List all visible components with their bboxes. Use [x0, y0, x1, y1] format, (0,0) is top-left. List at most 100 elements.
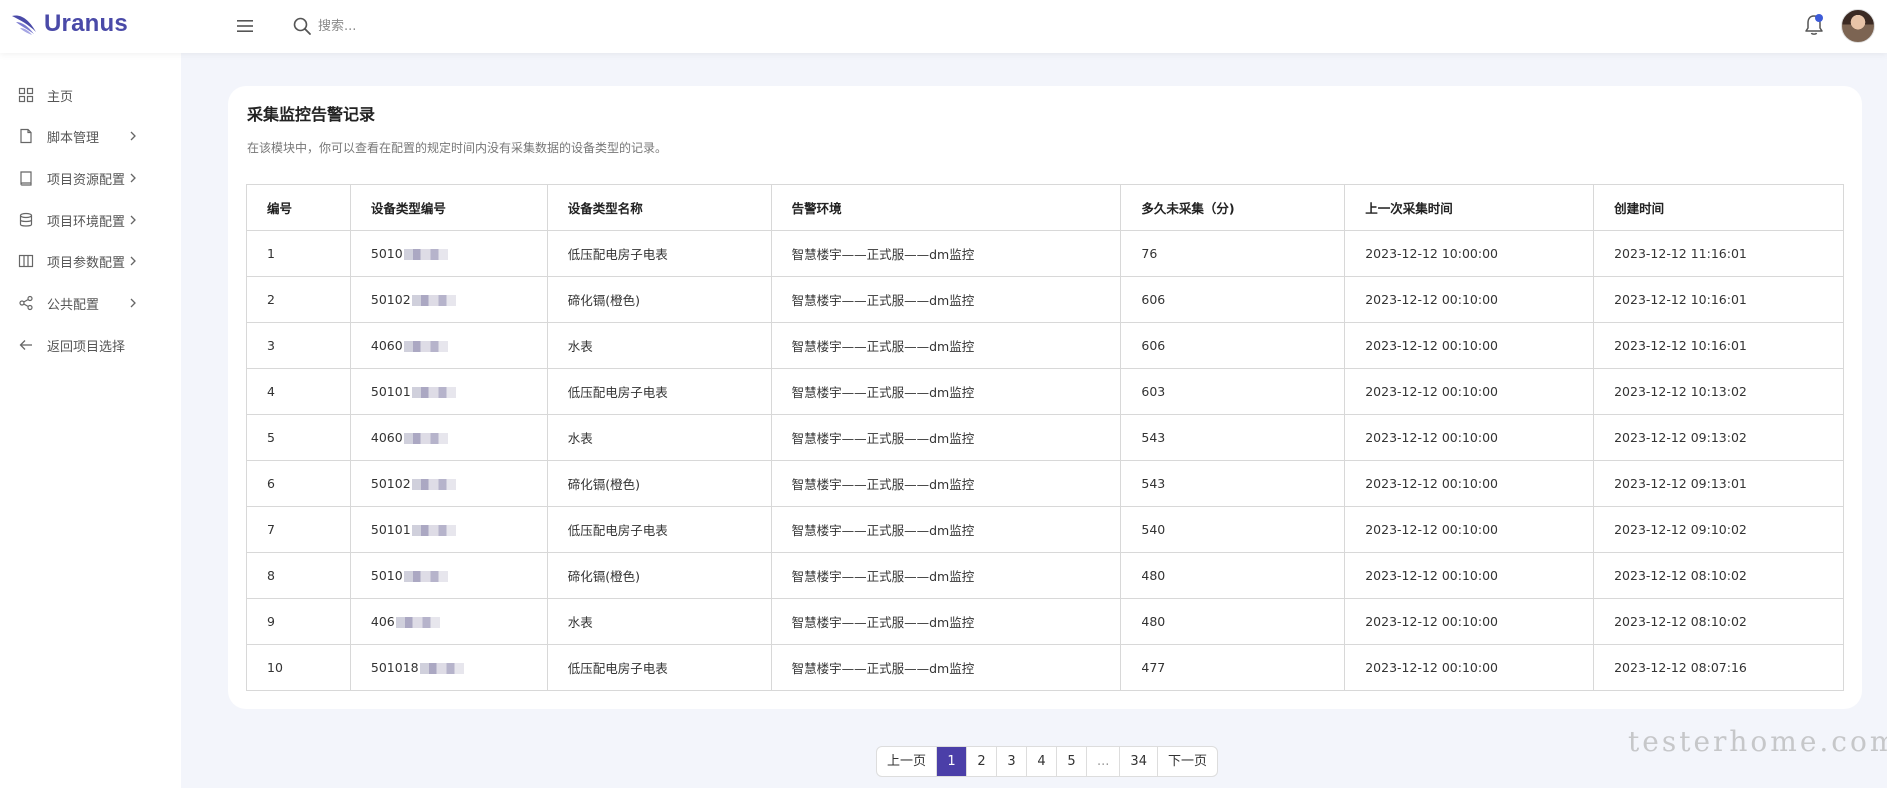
table-cell: 智慧楼宇——正式服——dm监控: [770, 506, 1122, 553]
sidebar-item-parameters[interactable]: 项目参数配置: [0, 246, 181, 276]
search-icon[interactable]: [292, 16, 312, 36]
table-cell: 2023-12-12 00:10:00: [1344, 414, 1595, 461]
cell-text: 2023-12-12 08:07:16: [1614, 660, 1747, 675]
page-button-2[interactable]: 2: [967, 747, 998, 776]
cell-text: 9: [267, 614, 275, 629]
cell-text: 543: [1141, 476, 1166, 491]
table-row: 5 4060 水表 智慧楼宇——正式服——dm监控 543 2023-12-12 00:1…: [246, 414, 1844, 461]
cell-text: 480: [1141, 568, 1166, 583]
table-cell: 8: [246, 552, 351, 599]
table-cell: 50101: [349, 506, 548, 553]
share-icon: [19, 295, 33, 311]
table-cell: 2023-12-12 00:10:00: [1344, 276, 1595, 323]
redaction-mask: [403, 249, 448, 260]
table-cell: 2023-12-12 00:10:00: [1344, 552, 1595, 599]
page-ellipsis: ...: [1087, 747, 1121, 776]
cell-text: 智慧楼宇——正式服——dm监控: [791, 339, 975, 354]
table-cell: 水表: [546, 322, 772, 369]
sidebar: 主页 脚本管理 项目资源配置 项目环境配置 项目参数配置 公共配置 返回项目选择: [0, 53, 181, 788]
notification-dot: [1815, 14, 1823, 22]
table-cell: 碲化镉(橙色): [546, 460, 772, 507]
table-cell: 6: [246, 460, 351, 507]
column-header: 编号: [246, 184, 351, 231]
database-icon: [19, 212, 33, 227]
chevron-right-icon: [130, 173, 136, 183]
sidebar-item-public-config[interactable]: 公共配置: [0, 288, 181, 318]
table-cell: 501018: [349, 644, 548, 691]
sidebar-item-label: 主页: [47, 89, 74, 105]
redaction-mask: [403, 341, 448, 352]
cell-text: 2023-12-12 10:13:02: [1614, 384, 1747, 399]
table-cell: 水表: [546, 414, 772, 461]
table-cell: 2023-12-12 08:10:02: [1593, 552, 1844, 599]
app-logo[interactable]: Uranus: [10, 10, 128, 38]
table-cell: 低压配电房子电表: [546, 230, 772, 277]
table-cell: 2023-12-12 00:10:00: [1344, 598, 1595, 645]
table-cell: 智慧楼宇——正式服——dm监控: [770, 276, 1122, 323]
page-button-last[interactable]: 34: [1120, 747, 1158, 776]
table-cell: 智慧楼宇——正式服——dm监控: [770, 322, 1122, 369]
cell-text: 501018: [370, 660, 419, 675]
table-cell: 543: [1120, 460, 1346, 507]
cell-text: 智慧楼宇——正式服——dm监控: [791, 477, 975, 492]
table-cell: 10: [246, 644, 351, 691]
sidebar-item-scripts[interactable]: 脚本管理: [0, 121, 181, 151]
table-cell: 480: [1120, 552, 1346, 599]
cell-text: 5010: [370, 246, 403, 261]
table-cell: 5: [246, 414, 351, 461]
table-cell: 智慧楼宇——正式服——dm监控: [770, 414, 1122, 461]
table-body: 1 5010 低压配电房子电表 智慧楼宇——正式服——dm监控 76 2023-12-12…: [246, 230, 1844, 691]
cell-text: 5010: [370, 568, 403, 583]
cell-text: 2023-12-12 09:13:01: [1614, 476, 1747, 491]
page-button-4[interactable]: 4: [1027, 747, 1058, 776]
cell-text: 8: [267, 568, 275, 583]
cell-text: 低压配电房子电表: [567, 385, 668, 400]
cell-text: 2023-12-12 09:13:02: [1614, 430, 1747, 445]
cell-text: 水表: [567, 431, 593, 446]
cell-text: 水表: [567, 615, 593, 630]
columns-icon: [18, 254, 34, 268]
next-page-button[interactable]: 下一页: [1158, 747, 1217, 776]
table-row: 9 406 水表 智慧楼宇——正式服——dm监控 480 2023-12-12 00:10…: [246, 598, 1844, 645]
cell-text: 智慧楼宇——正式服——dm监控: [791, 661, 975, 676]
logo-icon: [12, 15, 36, 35]
cell-text: 2023-12-12 08:10:02: [1614, 614, 1747, 629]
sidebar-item-environment[interactable]: 项目环境配置: [0, 205, 181, 235]
pagination: 上一页 1 2 3 4 5 ... 34 下一页: [876, 746, 1218, 777]
table-cell: 406: [349, 598, 548, 645]
chevron-right-icon: [130, 256, 136, 266]
cell-text: 2023-12-12 00:10:00: [1365, 522, 1498, 537]
app-name: Uranus: [44, 10, 128, 37]
arrow-left-icon: [19, 340, 32, 350]
book-icon: [20, 171, 32, 186]
table-row: 3 4060 水表 智慧楼宇——正式服——dm监控 606 2023-12-12 00:1…: [246, 322, 1844, 369]
cell-text: 480: [1141, 614, 1166, 629]
table-cell: 50102: [349, 276, 548, 323]
page-button-5[interactable]: 5: [1057, 747, 1088, 776]
chevron-right-icon: [130, 298, 136, 308]
page-button-1[interactable]: 1: [937, 747, 968, 776]
redaction-mask: [403, 571, 448, 582]
avatar[interactable]: [1841, 9, 1875, 43]
table-cell: 低压配电房子电表: [546, 506, 772, 553]
table-cell: 2: [246, 276, 351, 323]
cell-text: 碲化镉(橙色): [567, 293, 641, 308]
cell-text: 50102: [370, 292, 411, 307]
table-cell: 3: [246, 322, 351, 369]
table-cell: 606: [1120, 322, 1346, 369]
page-button-3[interactable]: 3: [997, 747, 1028, 776]
sidebar-item-resources[interactable]: 项目资源配置: [0, 163, 181, 193]
redaction-mask: [403, 433, 448, 444]
search-input[interactable]: [318, 14, 618, 38]
sidebar-item-label: 返回项目选择: [47, 339, 126, 355]
sidebar-item-back-to-projects[interactable]: 返回项目选择: [0, 330, 181, 360]
cell-text: 2023-12-12 10:16:01: [1614, 292, 1747, 307]
table-cell: 603: [1120, 368, 1346, 415]
cell-text: 50102: [370, 476, 411, 491]
sidebar-item-home[interactable]: 主页: [0, 80, 181, 110]
hamburger-icon[interactable]: [236, 17, 254, 35]
prev-page-button[interactable]: 上一页: [877, 747, 938, 776]
column-header: 设备类型编号: [349, 184, 548, 231]
table-cell: 2023-12-12 00:10:00: [1344, 460, 1595, 507]
redaction-mask: [411, 295, 456, 306]
